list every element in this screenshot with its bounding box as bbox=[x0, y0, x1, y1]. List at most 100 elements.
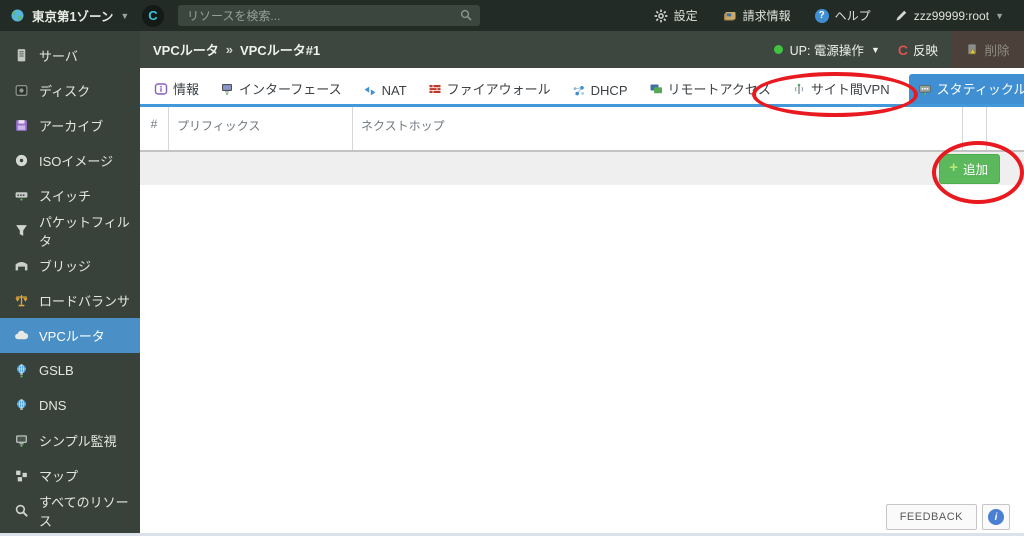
globe-zone-icon bbox=[10, 8, 25, 23]
delete-warning-icon bbox=[966, 43, 979, 56]
sidebar-item-label: アーカイブ bbox=[39, 116, 103, 135]
sidebar-item-dns[interactable]: DNS bbox=[0, 388, 140, 423]
feedback-button[interactable]: FEEDBACK bbox=[886, 504, 977, 530]
search-input[interactable] bbox=[178, 5, 480, 26]
pen-icon bbox=[895, 9, 908, 22]
sidebar-item-gslb[interactable]: GSLB bbox=[0, 353, 140, 388]
zone-label: 東京第1ゾーン bbox=[32, 6, 113, 25]
resource-header-bar: VPCルータ » VPCルータ#1 UP: 電源操作 ▼ C 反映 削除 bbox=[140, 31, 1024, 68]
refresh-button[interactable]: C bbox=[142, 5, 164, 27]
all-resources-icon bbox=[14, 503, 29, 518]
sidebar-item-archive[interactable]: アーカイブ bbox=[0, 108, 140, 143]
gslb-icon bbox=[14, 363, 29, 378]
tab-nat[interactable]: NAT bbox=[361, 79, 409, 104]
firewall-icon bbox=[428, 82, 442, 96]
billing-label: 請求情報 bbox=[743, 7, 791, 24]
page: 東京第1ゾーン ▼ C 設定 請求情報 ? ヘルプ zzz99999:root bbox=[0, 0, 1024, 536]
account-label: zzz99999:root bbox=[914, 9, 989, 23]
settings-label: 設定 bbox=[674, 7, 698, 24]
plus-icon: + bbox=[949, 163, 958, 173]
column-header-number: # bbox=[140, 107, 168, 150]
table-footer-row: + 追加 bbox=[140, 150, 1024, 185]
reflect-button[interactable]: C 反映 bbox=[898, 40, 938, 59]
switch-icon bbox=[14, 188, 29, 203]
map-icon bbox=[14, 468, 29, 483]
info-icon bbox=[154, 82, 168, 96]
dhcp-icon bbox=[572, 84, 586, 98]
reflect-label: 反映 bbox=[913, 40, 938, 59]
simple-monitor-icon bbox=[14, 433, 29, 448]
nat-icon bbox=[363, 84, 377, 98]
tab-firewall[interactable]: ファイアウォール bbox=[426, 75, 553, 104]
tab-interface[interactable]: インターフェース bbox=[218, 75, 344, 104]
tab-label: スタティックルート bbox=[937, 79, 1024, 98]
power-status-icon bbox=[774, 45, 783, 54]
interface-icon bbox=[220, 82, 234, 96]
server-icon bbox=[14, 48, 29, 63]
help-menu-item[interactable]: ? ヘルプ bbox=[807, 7, 879, 24]
sidebar-item-disk[interactable]: ディスク bbox=[0, 73, 140, 108]
sidebar-item-label: ロードバランサ bbox=[39, 291, 130, 310]
sidebar-item-bridge[interactable]: ブリッジ bbox=[0, 248, 140, 283]
sidebar-item-all-resources[interactable]: すべてのリソース bbox=[0, 493, 140, 528]
tab-label: 情報 bbox=[173, 79, 199, 98]
sidebar-item-label: サーバ bbox=[39, 46, 78, 65]
column-header-next-hop: ネクストホップ bbox=[352, 107, 962, 150]
account-menu[interactable]: zzz99999:root ▼ bbox=[887, 9, 1012, 23]
column-header-prefix: プリフィックス bbox=[168, 107, 352, 150]
tab-label: インターフェース bbox=[239, 79, 342, 98]
search-icon bbox=[459, 8, 473, 22]
tab-site-to-site-vpn[interactable]: サイト間VPN bbox=[790, 75, 892, 104]
main-content: 情報 インターフェース NAT ファイアウォール DHCP リモートアクセス bbox=[140, 68, 1024, 533]
tab-static-route[interactable]: スタティックルート bbox=[909, 74, 1024, 104]
sidebar-item-label: ブリッジ bbox=[39, 256, 91, 275]
site-to-site-vpn-icon bbox=[792, 82, 806, 96]
sidebar-item-vpc-router[interactable]: VPCルータ bbox=[0, 318, 140, 353]
tab-info[interactable]: 情報 bbox=[152, 75, 201, 104]
column-header-action-2 bbox=[986, 107, 1024, 150]
sidebar-item-switch[interactable]: スイッチ bbox=[0, 178, 140, 213]
sidebar-item-label: GSLB bbox=[39, 363, 74, 378]
billing-icon bbox=[722, 9, 737, 23]
breadcrumb-current: VPCルータ#1 bbox=[240, 40, 320, 59]
sidebar-item-map[interactable]: マップ bbox=[0, 458, 140, 493]
column-header-action-1 bbox=[962, 107, 986, 150]
sidebar-item-label: スイッチ bbox=[39, 186, 91, 205]
sidebar-item-server[interactable]: サーバ bbox=[0, 38, 140, 73]
tab-label: DHCP bbox=[591, 83, 628, 98]
sidebar-item-label: ディスク bbox=[39, 81, 90, 100]
sidebar-item-packet-filter[interactable]: パケットフィルタ bbox=[0, 213, 140, 248]
sidebar: サーバ ディスク アーカイブ ISOイメージ スイッチ パケットフィルタ ブリッ… bbox=[0, 31, 140, 533]
tab-label: NAT bbox=[382, 83, 407, 98]
chevron-down-icon: ▼ bbox=[995, 11, 1004, 21]
packet-filter-icon bbox=[14, 223, 29, 238]
help-icon: ? bbox=[815, 9, 829, 23]
chevron-down-icon: ▼ bbox=[871, 45, 880, 55]
top-bar: 東京第1ゾーン ▼ C 設定 請求情報 ? ヘルプ zzz99999:root bbox=[0, 0, 1024, 31]
sidebar-item-iso-image[interactable]: ISOイメージ bbox=[0, 143, 140, 178]
dns-icon bbox=[14, 398, 29, 413]
sidebar-item-label: シンプル監視 bbox=[39, 431, 117, 450]
sidebar-item-label: VPCルータ bbox=[39, 326, 105, 345]
add-button[interactable]: + 追加 bbox=[939, 154, 1000, 184]
delete-button[interactable]: 削除 bbox=[952, 31, 1024, 68]
settings-menu-item[interactable]: 設定 bbox=[646, 7, 706, 24]
sidebar-item-label: パケットフィルタ bbox=[39, 212, 140, 250]
remote-access-icon bbox=[649, 82, 663, 96]
sidebar-item-load-balancer[interactable]: ロードバランサ bbox=[0, 283, 140, 318]
breadcrumb-parent[interactable]: VPCルータ bbox=[153, 40, 219, 59]
tab-dhcp[interactable]: DHCP bbox=[570, 79, 630, 104]
zone-selector[interactable]: 東京第1ゾーン ▼ bbox=[0, 6, 140, 25]
sidebar-item-label: すべてのリソース bbox=[39, 492, 140, 530]
sidebar-item-label: ISOイメージ bbox=[39, 151, 113, 170]
tab-remote-access[interactable]: リモートアクセス bbox=[647, 75, 773, 104]
power-operations-dropdown[interactable]: UP: 電源操作 ▼ bbox=[774, 40, 880, 59]
iso-image-icon bbox=[14, 153, 29, 168]
vpc-router-icon bbox=[14, 328, 29, 343]
billing-menu-item[interactable]: 請求情報 bbox=[714, 7, 799, 24]
sidebar-item-simple-monitor[interactable]: シンプル監視 bbox=[0, 423, 140, 458]
reflect-icon: C bbox=[898, 42, 908, 58]
info-button[interactable]: i bbox=[982, 504, 1010, 530]
sidebar-item-label: マップ bbox=[39, 466, 78, 485]
add-button-label: 追加 bbox=[963, 159, 988, 178]
